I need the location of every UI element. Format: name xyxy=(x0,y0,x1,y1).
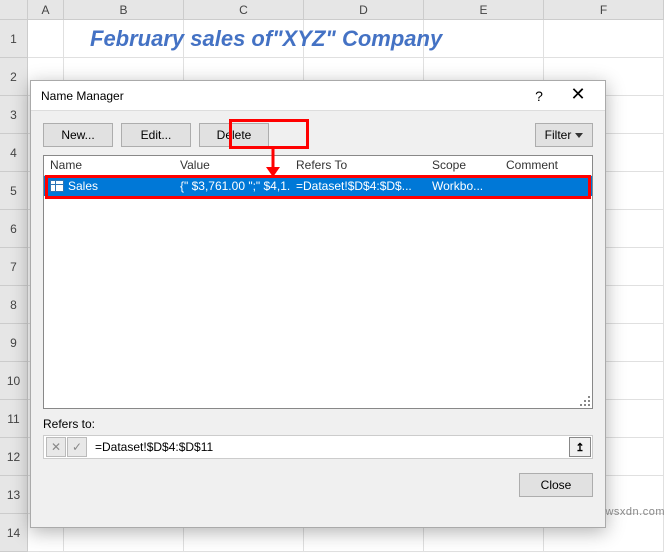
row-header-12[interactable]: 12 xyxy=(0,438,28,476)
col-header-f[interactable]: F xyxy=(544,0,664,20)
row-header-13[interactable]: 13 xyxy=(0,476,28,514)
row-header-4[interactable]: 4 xyxy=(0,134,28,172)
confirm-ref-button: ✓ xyxy=(67,437,87,457)
row-refers-cell: =Dataset!$D$4:$D$... xyxy=(290,179,426,193)
row-header-11[interactable]: 11 xyxy=(0,400,28,438)
header-name[interactable]: Name xyxy=(44,156,174,175)
edit-button[interactable]: Edit... xyxy=(121,123,191,147)
row-scope-cell: Workbo... xyxy=(426,179,500,193)
row-header-7[interactable]: 7 xyxy=(0,248,28,286)
dialog-titlebar[interactable]: Name Manager ? ✕ xyxy=(31,81,605,111)
filter-button[interactable]: Filter xyxy=(535,123,593,147)
header-comment[interactable]: Comment xyxy=(500,156,592,175)
table-icon xyxy=(50,180,64,192)
row-header-10[interactable]: 10 xyxy=(0,362,28,400)
col-header-e[interactable]: E xyxy=(424,0,544,20)
dialog-title: Name Manager xyxy=(41,89,521,103)
row-headers: 1 2 3 4 5 6 7 8 9 10 11 12 13 14 xyxy=(0,20,28,552)
refers-to-row: ✕ ✓ ↥ xyxy=(43,435,593,459)
collapse-dialog-button[interactable]: ↥ xyxy=(569,437,591,457)
watermark: wsxdn.com xyxy=(605,506,665,518)
row-header-3[interactable]: 3 xyxy=(0,96,28,134)
dialog-toolbar: New... Edit... Delete Filter xyxy=(31,111,605,155)
header-scope[interactable]: Scope xyxy=(426,156,500,175)
name-row-sales[interactable]: Sales {" $3,761.00 ";" $4,1... =Dataset!… xyxy=(44,176,592,196)
col-header-d[interactable]: D xyxy=(304,0,424,20)
col-header-b[interactable]: B xyxy=(64,0,184,20)
row-header-5[interactable]: 5 xyxy=(0,172,28,210)
row-name-text: Sales xyxy=(68,179,98,193)
name-manager-dialog: Name Manager ? ✕ New... Edit... Delete F… xyxy=(30,80,606,528)
row-value-cell: {" $3,761.00 ";" $4,1... xyxy=(174,179,290,193)
cancel-ref-button: ✕ xyxy=(46,437,66,457)
refers-to-section: Refers to: ✕ ✓ ↥ xyxy=(43,417,593,459)
new-button[interactable]: New... xyxy=(43,123,113,147)
col-header-c[interactable]: C xyxy=(184,0,304,20)
column-headers: A B C D E F xyxy=(0,0,669,20)
row-name-cell: Sales xyxy=(44,179,174,193)
close-icon[interactable]: ✕ xyxy=(557,82,599,110)
header-value[interactable]: Value xyxy=(174,156,290,175)
dialog-footer: Close xyxy=(31,459,605,497)
col-header-a[interactable]: A xyxy=(28,0,64,20)
refers-to-input[interactable] xyxy=(89,440,568,454)
row-header-14[interactable]: 14 xyxy=(0,514,28,552)
resize-grip-icon[interactable] xyxy=(580,396,590,406)
sheet-title: February sales of"XYZ" Company xyxy=(90,26,442,52)
help-button[interactable]: ? xyxy=(521,82,557,110)
list-headers: Name Value Refers To Scope Comment xyxy=(44,156,592,176)
select-all-corner[interactable] xyxy=(0,0,28,20)
row-header-8[interactable]: 8 xyxy=(0,286,28,324)
close-button[interactable]: Close xyxy=(519,473,593,497)
header-refers[interactable]: Refers To xyxy=(290,156,426,175)
delete-button[interactable]: Delete xyxy=(199,123,269,147)
refers-to-label: Refers to: xyxy=(43,417,593,431)
row-header-2[interactable]: 2 xyxy=(0,58,28,96)
row-header-1[interactable]: 1 xyxy=(0,20,28,58)
row-header-6[interactable]: 6 xyxy=(0,210,28,248)
row-header-9[interactable]: 9 xyxy=(0,324,28,362)
names-list[interactable]: Name Value Refers To Scope Comment Sales… xyxy=(43,155,593,409)
